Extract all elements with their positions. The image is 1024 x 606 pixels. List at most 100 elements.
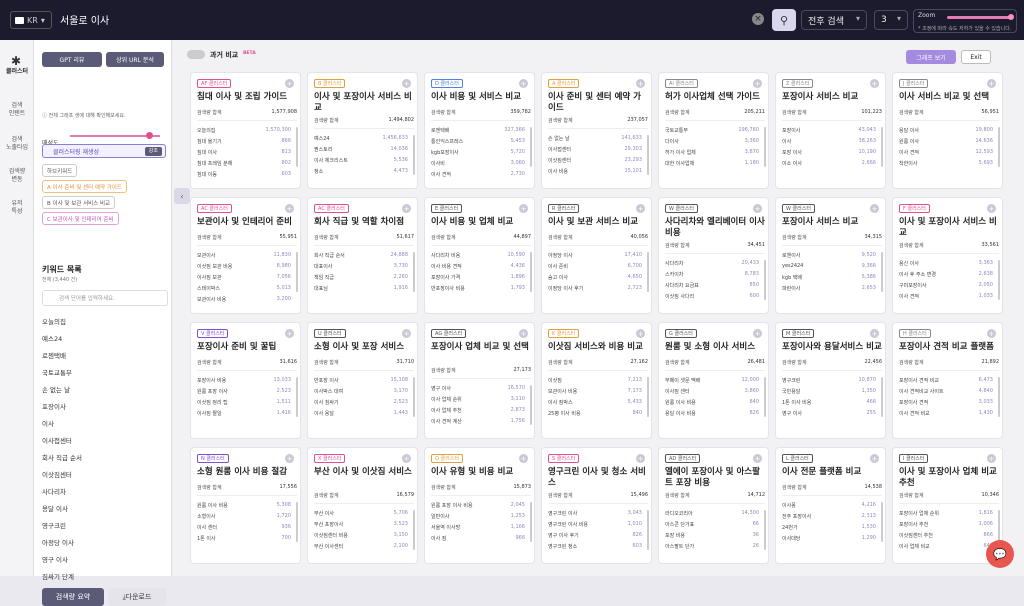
keyword-row[interactable]: 아정당 이사 17,410 — [548, 252, 642, 259]
keyword-row[interactable]: 25평 이사 비용 840 — [548, 410, 642, 417]
keyword-row[interactable]: 보관이사 비용 7,173 — [548, 388, 642, 395]
keyword-item[interactable]: 오늘의집 — [42, 316, 162, 326]
card-scrollbar[interactable] — [530, 252, 532, 292]
search-input[interactable]: 서울로 이사 — [60, 12, 109, 27]
gpt-review-button[interactable]: GPT 리뷰 — [42, 52, 102, 67]
keyword-row[interactable]: 파란이사 2,653 — [782, 285, 876, 292]
add-icon[interactable]: + — [519, 454, 528, 463]
keyword-row[interactable]: 원룸 이사 비용 840 — [665, 399, 759, 406]
rail-item-exposure[interactable]: 검색 노출타입 — [0, 136, 34, 152]
card-scrollbar[interactable] — [881, 252, 883, 292]
keyword-row[interactable]: 이삿짐 7,213 — [548, 377, 642, 384]
keyword-row[interactable]: 원룸 포장 이사 2,523 — [197, 388, 291, 395]
keyword-item[interactable]: 용달 이사 — [42, 503, 162, 513]
search-mode-select[interactable]: 전후 검색 ▾ — [801, 10, 867, 30]
keyword-row[interactable]: 포장이사 추천 1,006 — [899, 521, 993, 528]
keyword-row[interactable]: 아스팔트 단가 26 — [665, 543, 759, 550]
add-icon[interactable]: + — [402, 454, 411, 463]
keyword-row[interactable]: 반포장이사 비용 1,793 — [431, 285, 525, 292]
card-scrollbar[interactable] — [530, 127, 532, 167]
card-scrollbar[interactable] — [998, 377, 1000, 417]
cluster-tag[interactable]: 하브키워드 — [42, 164, 78, 177]
keyword-item[interactable]: 이사접센터 — [42, 435, 162, 445]
keyword-row[interactable]: 원룸 포장 이사 비용 2,045 — [431, 502, 525, 509]
keyword-row[interactable]: 로젠이사 9,520 — [782, 252, 876, 259]
keyword-row[interactable]: 이사 짐 966 — [431, 535, 525, 542]
keyword-item[interactable]: 손 없는 날 — [42, 384, 162, 394]
keyword-row[interactable]: 책임 직급 2,260 — [314, 274, 408, 281]
keyword-row[interactable]: 원룸 이사 14,636 — [899, 138, 993, 145]
keyword-row[interactable]: 원룸 이사 비용 5,308 — [197, 502, 291, 509]
keyword-item[interactable]: 국토교통부 — [42, 367, 162, 377]
country-select[interactable]: KR ▾ — [10, 11, 52, 29]
keyword-item[interactable]: 회사 직급 순서 — [42, 452, 162, 462]
keyword-row[interactable]: 대표이사 3,730 — [314, 263, 408, 270]
cluster-card[interactable]: AC 클러스터 + 회사 직급 및 역할 차이점 검색량 합계 51,617 회사 직급 … — [307, 197, 418, 314]
keyword-item[interactable]: 사다리차 — [42, 486, 162, 496]
keyword-row[interactable]: 영구 이사 16,570 — [431, 385, 525, 392]
keyword-row[interactable]: 구미포장이사 2,050 — [899, 282, 993, 289]
keyword-item[interactable]: 짐싸기 단계 — [42, 571, 162, 581]
keyword-row[interactable]: 이사 견적 비교 1,430 — [899, 410, 993, 417]
card-scrollbar[interactable] — [764, 510, 766, 550]
card-scrollbar[interactable] — [881, 377, 883, 417]
keyword-row[interactable]: 이사 용달 1,443 — [314, 410, 408, 417]
keyword-row[interactable]: 이사 견적 12,593 — [899, 149, 993, 156]
keyword-row[interactable]: 이사대당 1,290 — [782, 535, 876, 542]
compare-toggle[interactable] — [187, 50, 205, 59]
add-icon[interactable]: + — [519, 204, 528, 213]
keyword-row[interactable]: 포장이사 가격 1,896 — [431, 274, 525, 281]
keyword-item[interactable]: 영구 이사 — [42, 554, 162, 564]
keyword-row[interactable]: 이삿짐 사다리 600 — [665, 293, 759, 300]
keyword-row[interactable]: 착한이사 5,693 — [899, 160, 993, 167]
cluster-tag[interactable]: C 보관이사 및 인테리어 준비 — [42, 212, 119, 225]
cluster-card[interactable]: Q 클러스터 + 이사 유형 및 비용 비교 검색량 합계 15,873 원룸 포장 이사… — [424, 447, 535, 564]
card-scrollbar[interactable] — [647, 377, 649, 417]
add-icon[interactable]: + — [402, 79, 411, 88]
keyword-row[interactable]: 침대 이동 603 — [197, 171, 291, 178]
keyword-row[interactable]: 국민용달 1,350 — [782, 388, 876, 395]
keyword-row[interactable]: 이삿짐센터 추천 866 — [899, 532, 993, 539]
keyword-row[interactable]: 예스24 1,456,633 — [314, 135, 408, 142]
cluster-card[interactable]: N 클러스터 + 소형 원룸 이사 비용 절감 검색량 합계 17,556 원룸 이사 비… — [190, 447, 301, 564]
cluster-card[interactable]: W 클러스터 + 포장이사 서비스 비교 검색량 합계 34,315 로젠이사 9,520 y… — [775, 197, 886, 314]
cluster-card[interactable]: F 클러스터 + 이사 및 포장이사 서비스 비교 검색량 합계 33,561 용신 이사… — [892, 197, 1003, 314]
keyword-row[interactable]: 퀀스토리 14,036 — [314, 146, 408, 153]
cluster-card[interactable]: AI 클러스터 + 허가 이사업체 선택 가이드 검색량 합계 205,211 국토교통부… — [658, 72, 769, 189]
card-scrollbar[interactable] — [881, 502, 883, 542]
keyword-row[interactable]: 이사 견적비교 사이트 4,840 — [899, 388, 993, 395]
keyword-row[interactable]: 영구크린 10,870 — [782, 377, 876, 384]
keyword-row[interactable]: 허가 이사 업체 3,870 — [665, 149, 759, 156]
add-icon[interactable]: + — [519, 329, 528, 338]
add-icon[interactable]: + — [987, 454, 996, 463]
card-scrollbar[interactable] — [530, 502, 532, 542]
keyword-row[interactable]: 이사짐 센터 3,860 — [665, 388, 759, 395]
card-scrollbar[interactable] — [296, 377, 298, 417]
card-scrollbar[interactable] — [998, 127, 1000, 167]
keyword-row[interactable]: 이사 준비 6,700 — [548, 263, 642, 270]
keyword-item[interactable]: 포장이사 — [42, 401, 162, 411]
keyword-row[interactable]: 침대 프레임 분해 802 — [197, 160, 291, 167]
cluster-card[interactable]: X 클러스터 + 부산 이사 및 이삿짐 서비스 검색량 합계 16,579 부산 이사 5… — [307, 447, 418, 564]
keyword-row[interactable]: 통인익스프레스 5,453 — [431, 138, 525, 145]
cluster-card[interactable]: A 클러스터 + 이사 준비 및 센터 예약 가이드 검색량 합계 237,057 손 없… — [541, 72, 652, 189]
keyword-row[interactable]: 전주 포장이사 2,313 — [782, 513, 876, 520]
cluster-card[interactable]: Z 클러스터 + 포장이사 서비스 비교 검색량 합계 101,223 포장이사 43,04… — [775, 72, 886, 189]
keyword-row[interactable]: 이정당 이사 후기 2,723 — [548, 285, 642, 292]
card-scrollbar[interactable] — [764, 260, 766, 300]
keyword-search-input[interactable]: 검색 단어를 입력하세요. — [42, 290, 168, 306]
keyword-row[interactable]: 이사 후 주소 변경 2,638 — [899, 271, 993, 278]
keyword-row[interactable]: 라디오코리아 14,300 — [665, 510, 759, 517]
keyword-row[interactable]: 이사 업체 추천 2,873 — [431, 407, 525, 414]
card-scrollbar[interactable] — [764, 377, 766, 417]
keyword-row[interactable]: 용달 이사 비용 826 — [665, 410, 759, 417]
keyword-row[interactable]: 대표님 1,916 — [314, 285, 408, 292]
keyword-row[interactable]: 영구크린 청소 603 — [548, 543, 642, 550]
add-icon[interactable]: + — [285, 204, 294, 213]
zoom-control[interactable]: Zoom * 조정에 따라 속도 저하가 있을 수 있습니다. — [913, 9, 1017, 33]
add-icon[interactable]: + — [987, 204, 996, 213]
keyword-item[interactable]: 영구크린 — [42, 520, 162, 530]
keyword-row[interactable]: 이삿짐센터 비용 3,150 — [314, 532, 408, 539]
keyword-row[interactable]: 이사비 3,060 — [431, 160, 525, 167]
keyword-row[interactable]: 반포장 이사 15,108 — [314, 377, 408, 384]
